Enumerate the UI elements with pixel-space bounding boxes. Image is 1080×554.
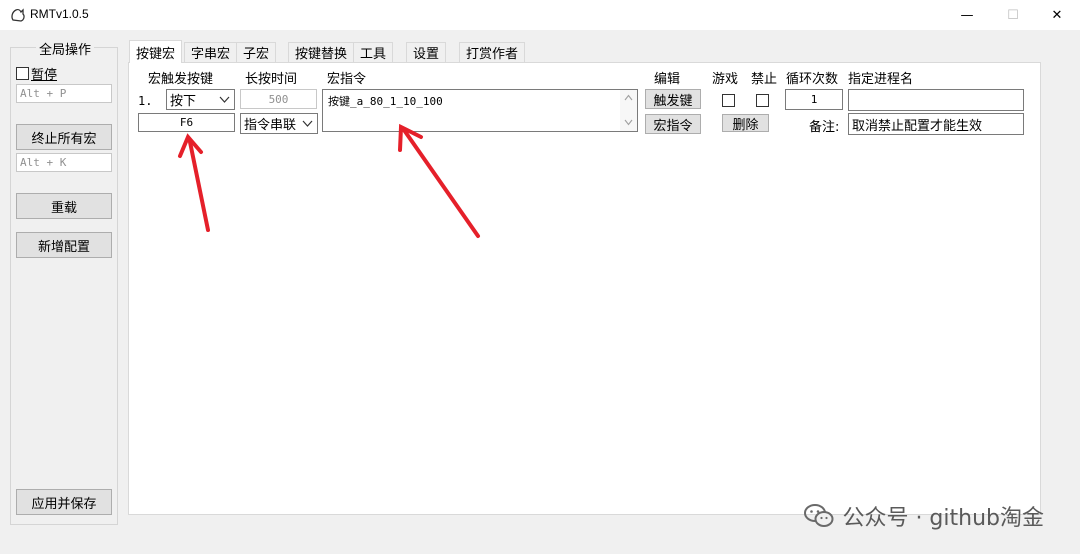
minimize-button[interactable]: — (944, 0, 990, 30)
tab-sub-macro[interactable]: 子宏 (236, 42, 277, 62)
edit-macro-command-button[interactable]: 宏指令 (645, 114, 701, 134)
minimize-icon: — (960, 7, 974, 23)
window-title: RMTv1.0.5 (30, 7, 89, 21)
macro-command-textarea[interactable]: 按键_a_80_1_10_100 (322, 89, 638, 132)
global-operations-group (10, 47, 118, 525)
global-operations-title: 全局操作 (36, 39, 95, 58)
scroll-down-icon[interactable] (624, 119, 633, 126)
tab-tools[interactable]: 工具 (353, 42, 394, 62)
command-mode-select[interactable]: 指令串联 (240, 113, 318, 134)
trigger-mode-value: 按下 (170, 94, 197, 109)
trigger-key-field[interactable]: F6 (138, 113, 235, 132)
tab-string-macro[interactable]: 字串宏 (184, 42, 238, 62)
hold-time-field[interactable]: 500 (240, 89, 317, 109)
tab-donate[interactable]: 打赏作者 (459, 42, 526, 62)
tab-settings[interactable]: 设置 (406, 42, 447, 62)
pause-checkbox[interactable] (16, 67, 29, 80)
maximize-icon: ☐ (1007, 7, 1019, 23)
delete-button[interactable]: 删除 (722, 114, 769, 133)
trigger-mode-select[interactable]: 按下 (166, 89, 235, 110)
close-button[interactable]: ✕ (1034, 0, 1080, 30)
chevron-down-icon (302, 120, 313, 127)
macro-command-text: 按键_a_80_1_10_100 (328, 95, 443, 108)
command-mode-value: 指令串联 (244, 118, 297, 133)
scroll-up-icon[interactable] (624, 94, 633, 101)
maximize-button[interactable]: ☐ (990, 0, 1036, 30)
disable-checkbox[interactable] (756, 94, 769, 107)
game-checkbox[interactable] (722, 94, 735, 107)
tab-key-macro[interactable]: 按键宏 (129, 40, 183, 63)
pause-label: 暂停 (31, 68, 58, 83)
macro-command-scrollbar[interactable] (620, 90, 637, 131)
pause-hotkey-field[interactable]: Alt + P (16, 84, 112, 103)
remark-field[interactable]: 取消禁止配置才能生效 (848, 113, 1024, 135)
add-config-button[interactable]: 新增配置 (16, 232, 112, 258)
app-icon (11, 8, 25, 22)
loop-count-field[interactable]: 1 (785, 89, 843, 110)
tab-key-replace[interactable]: 按键替换 (288, 42, 355, 62)
process-name-field[interactable] (848, 89, 1024, 111)
stop-hotkey-field[interactable]: Alt + K (16, 153, 112, 172)
close-icon: ✕ (1051, 7, 1063, 23)
apply-save-button[interactable]: 应用并保存 (16, 489, 112, 515)
reload-button[interactable]: 重载 (16, 193, 112, 219)
stop-all-button[interactable]: 终止所有宏 (16, 124, 112, 150)
edit-trigger-key-button[interactable]: 触发键 (645, 89, 701, 109)
chevron-down-icon (219, 96, 230, 103)
title-bar (0, 0, 1080, 30)
